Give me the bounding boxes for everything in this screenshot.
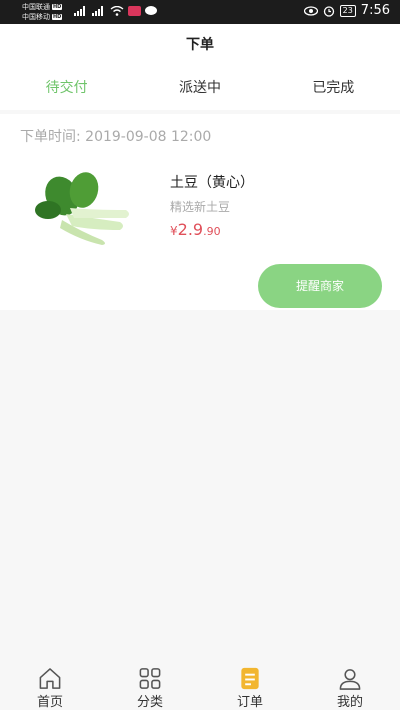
carrier-1: 中国联通 <box>22 3 50 11</box>
price-symbol: ¥ <box>170 224 178 238</box>
price-main: 2.9 <box>177 220 204 239</box>
carrier-info: 中国联通 HD 中国移动 HD <box>22 2 63 22</box>
tab-delivering[interactable]: 派送中 <box>133 66 266 110</box>
order-time: 下单时间: 2019-09-08 12:00 <box>20 129 212 145</box>
product-name: 土豆（黄心） <box>170 175 254 191</box>
profile-icon <box>339 669 361 690</box>
status-right: 23 7:56 <box>303 3 390 18</box>
alarm-icon <box>323 5 334 17</box>
signal-icon <box>74 6 85 16</box>
eye-icon <box>303 5 318 16</box>
tab-completed[interactable]: 已完成 <box>267 66 400 110</box>
nav-profile-label: 我的 <box>336 695 363 710</box>
page-title: 下单 <box>186 37 214 53</box>
order-tabs: 待交付 派送中 已完成 <box>0 66 400 110</box>
chat-icon <box>145 6 157 15</box>
remind-merchant-button[interactable]: 提醒商家 <box>258 264 382 308</box>
nav-category-label: 分类 <box>136 695 163 710</box>
category-icon <box>139 668 161 689</box>
status-bar: 中国联通 HD 中国移动 HD 23 7:56 <box>0 0 400 24</box>
nav-orders-label: 订单 <box>236 695 263 710</box>
page-header: 下单 <box>0 24 400 66</box>
nav-home-label: 首页 <box>36 695 63 710</box>
nav-profile[interactable]: 我的 <box>300 660 400 710</box>
product-image[interactable] <box>22 166 142 246</box>
product-description: 精选新土豆 <box>170 200 231 214</box>
bottom-nav: 首页 分类 订单 我的 <box>0 660 400 710</box>
tab-pending[interactable]: 待交付 <box>0 66 133 110</box>
battery-icon: 23 <box>339 4 356 17</box>
hd-badge-2: HD <box>52 14 63 20</box>
app-icon <box>128 6 141 16</box>
status-icons <box>74 6 157 16</box>
order-card: 下单时间: 2019-09-08 12:00 土豆（黄心） 精选新土豆 ¥2.9… <box>0 114 400 310</box>
carrier-2: 中国移动 <box>22 13 50 21</box>
nav-home[interactable]: 首页 <box>0 660 100 710</box>
nav-category[interactable]: 分类 <box>100 660 200 710</box>
hd-badge: HD <box>52 4 63 10</box>
signal-icon-2 <box>92 6 103 16</box>
clock: 7:56 <box>360 3 390 18</box>
product-price: ¥2.9.90 <box>170 220 221 239</box>
nav-orders[interactable]: 订单 <box>200 660 300 710</box>
wifi-icon <box>110 6 124 16</box>
home-icon <box>39 668 61 689</box>
price-cents: .90 <box>203 225 221 238</box>
order-icon <box>241 667 259 690</box>
